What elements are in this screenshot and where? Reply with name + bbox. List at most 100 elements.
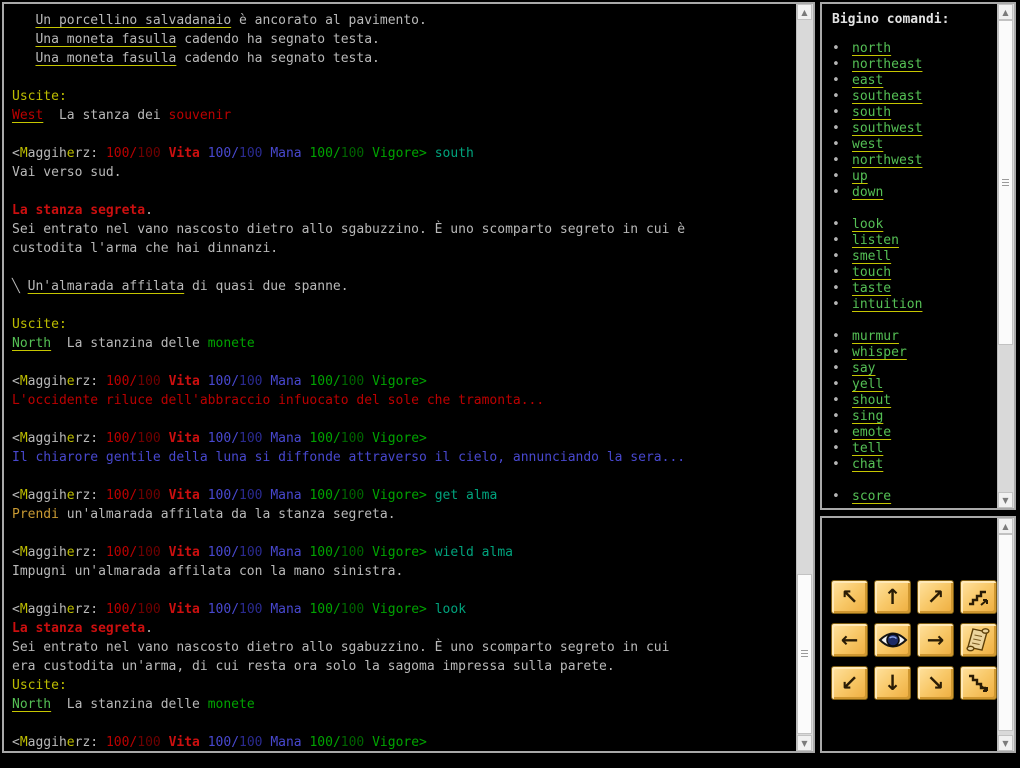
dpad-down-button[interactable]	[960, 666, 997, 700]
terminal-text: rz:	[74, 602, 99, 617]
command-list-item: • murmur	[832, 329, 996, 345]
command-link-east[interactable]: east	[852, 73, 883, 88]
command-link-score[interactable]: score	[852, 489, 891, 504]
terminal-text: Vigore>	[372, 602, 427, 617]
dpad-northeast-button[interactable]: ↗	[917, 580, 954, 614]
terminal-text: <	[12, 146, 20, 161]
dpad-scrollbar-thumb[interactable]	[998, 534, 1013, 731]
terminal-text: 100	[309, 488, 333, 503]
command-link-north[interactable]: north	[852, 41, 891, 56]
command-link-intuition[interactable]: intuition	[852, 297, 922, 312]
terminal-text: 100	[340, 431, 365, 446]
terminal-text: /	[231, 545, 240, 560]
terminal-text: Impugni un'almarada affilata con la mano…	[12, 564, 404, 579]
command-link-south[interactable]: south	[852, 105, 891, 120]
terminal-text: 100	[340, 146, 365, 161]
command-link-sing[interactable]: sing	[852, 409, 883, 424]
command-link-taste[interactable]: taste	[852, 281, 891, 296]
terminal-text: era custodita un'arma, di cui resta ora …	[12, 659, 615, 674]
command-link-whisper[interactable]: whisper	[852, 345, 907, 360]
scroll-down-icon[interactable]: ▼	[797, 735, 812, 751]
command-list-item: • touch	[832, 265, 996, 281]
scroll-up-icon[interactable]: ▲	[797, 4, 812, 20]
command-link-northwest[interactable]: northwest	[852, 153, 922, 168]
terminal-text: La stanza segreta	[12, 621, 146, 636]
command-link-tell[interactable]: tell	[852, 441, 883, 456]
command-list-item: • east	[832, 73, 996, 89]
command-link-say[interactable]: say	[852, 361, 875, 376]
command-link-west[interactable]: west	[852, 137, 883, 152]
terminal-link[interactable]: North	[12, 336, 51, 351]
command-link-yell[interactable]: yell	[852, 377, 883, 392]
command-list-item: • southeast	[832, 89, 996, 105]
dpad-scroll-button[interactable]	[960, 623, 997, 657]
terminal-link[interactable]: Una moneta fasulla	[35, 51, 176, 66]
terminal-text: 100	[137, 735, 161, 750]
dpad-east-button[interactable]: →	[917, 623, 954, 657]
arrow-northwest-icon: ↖	[840, 584, 859, 609]
terminal-text: Mana	[270, 146, 302, 161]
bullet-icon: •	[832, 361, 840, 376]
terminal-link[interactable]: West	[12, 108, 43, 123]
command-list-item: • intuition	[832, 297, 996, 313]
commands-scrollbar[interactable]: ▲ ▼	[997, 4, 1014, 508]
dpad-north-button[interactable]: ↑	[874, 580, 911, 614]
command-link-southwest[interactable]: southwest	[852, 121, 922, 136]
dpad-west-button[interactable]: ←	[831, 623, 868, 657]
dpad-scrollbar[interactable]: ▲ ▼	[997, 518, 1014, 751]
terminal-scrollbar[interactable]: ▲ ▼	[796, 4, 813, 751]
scroll-up-icon[interactable]: ▲	[998, 518, 1013, 534]
command-link-shout[interactable]: shout	[852, 393, 891, 408]
dpad-look-button[interactable]	[874, 623, 911, 657]
command-link-murmur[interactable]: murmur	[852, 329, 899, 344]
terminal-scrollbar-thumb[interactable]	[797, 574, 812, 734]
dpad-south-button[interactable]: ↓	[874, 666, 911, 700]
terminal-text: 100	[239, 146, 263, 161]
terminal-link[interactable]: Una moneta fasulla	[35, 32, 176, 47]
terminal-link[interactable]: North	[12, 697, 51, 712]
terminal-link[interactable]: Un'almarada affilata	[28, 279, 185, 294]
terminal-link[interactable]: Un porcellino salvadanaio	[35, 13, 231, 28]
command-link-look[interactable]: look	[852, 217, 883, 232]
dpad-southwest-button[interactable]: ↙	[831, 666, 868, 700]
dpad-northwest-button[interactable]: ↖	[831, 580, 868, 614]
command-link-smell[interactable]: smell	[852, 249, 891, 264]
command-link-southeast[interactable]: southeast	[852, 89, 922, 104]
command-list-item: • yell	[832, 377, 996, 393]
command-link-down[interactable]: down	[852, 185, 883, 200]
command-link-listen[interactable]: listen	[852, 233, 899, 248]
command-link-touch[interactable]: touch	[852, 265, 891, 280]
terminal-text: Vigore>	[372, 374, 427, 389]
terminal-text: e	[66, 146, 75, 161]
terminal-text: 100	[340, 735, 365, 750]
command-link-up[interactable]: up	[852, 169, 868, 184]
terminal-text: e	[66, 488, 75, 503]
commands-scrollbar-thumb[interactable]	[998, 20, 1013, 345]
terminal-text: /	[231, 602, 240, 617]
terminal-line: Il chiarore gentile della luna si diffon…	[12, 448, 795, 467]
dpad-southeast-button[interactable]: ↘	[917, 666, 954, 700]
commands-panel: Bigino comandi: • north • northeast • east • so…	[820, 2, 1016, 510]
scroll-down-icon[interactable]: ▼	[998, 492, 1013, 508]
terminal-text: è ancorato al pavimento.	[231, 13, 427, 28]
scroll-up-icon[interactable]: ▲	[998, 4, 1013, 20]
command-link-emote[interactable]: emote	[852, 425, 891, 440]
bullet-icon: •	[832, 393, 840, 408]
terminal-line: Uscite:	[12, 676, 795, 695]
terminal-text: 100	[239, 735, 263, 750]
command-link-chat[interactable]: chat	[852, 457, 883, 472]
terminal-line: Vai verso sud.	[12, 163, 795, 182]
dpad-up-button[interactable]	[960, 580, 997, 614]
command-link-northeast[interactable]: northeast	[852, 57, 922, 72]
terminal-line: ╲ Un'almarada affilata di quasi due span…	[12, 277, 795, 296]
bullet-icon: •	[832, 89, 840, 104]
terminal-text: 100	[239, 431, 263, 446]
scroll-down-icon[interactable]: ▼	[998, 735, 1013, 751]
